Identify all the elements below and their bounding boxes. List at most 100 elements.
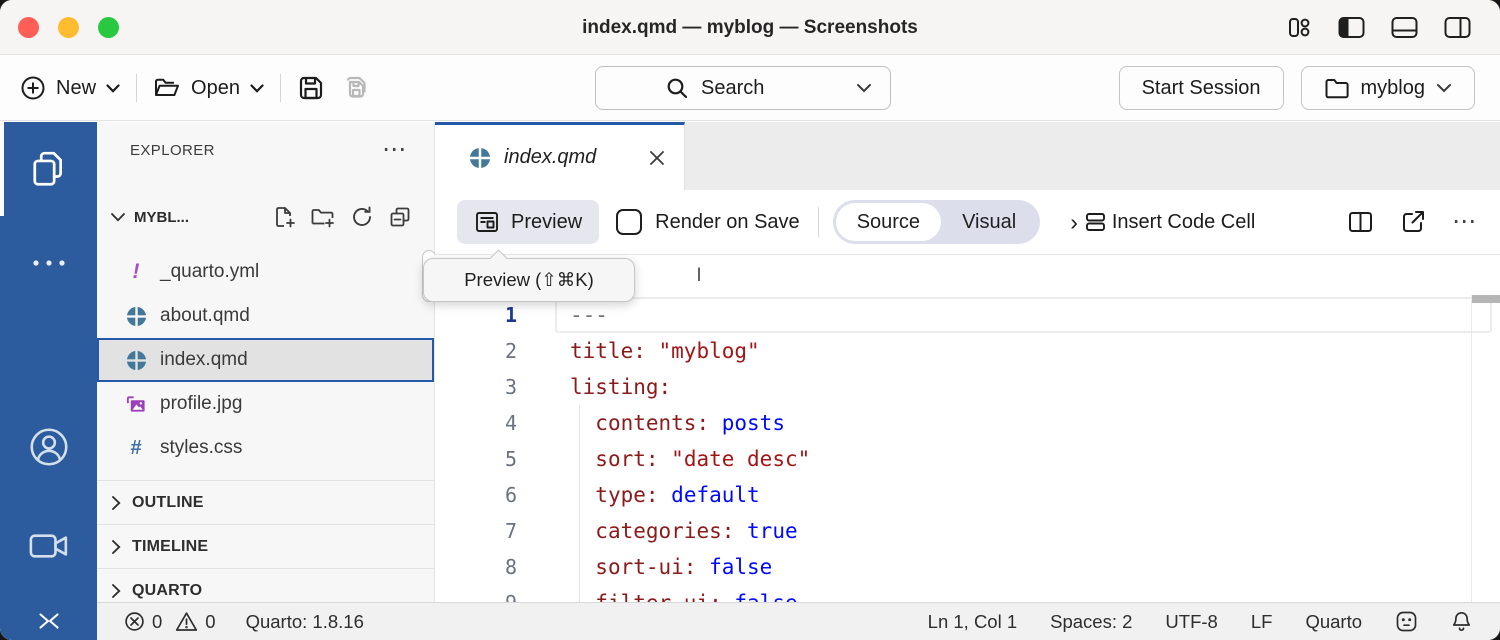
- start-session-button[interactable]: Start Session: [1119, 66, 1284, 110]
- code-line[interactable]: 4 contents: posts: [435, 405, 1500, 441]
- line-number: 7: [435, 519, 555, 543]
- code-editor[interactable]: 1---2title: "myblog"3listing:4 contents:…: [435, 295, 1500, 602]
- chevron-down-icon: [110, 212, 126, 223]
- workspace-button[interactable]: myblog: [1301, 66, 1475, 110]
- code-line[interactable]: 3listing:: [435, 369, 1500, 405]
- chevron-down-icon[interactable]: [856, 83, 872, 93]
- editor-scrollbar-track: [1471, 295, 1472, 602]
- toggle-secondary-sidebar-icon[interactable]: [1443, 14, 1472, 41]
- file-name: styles.css: [160, 437, 242, 459]
- explorer-view-icon[interactable]: [0, 148, 97, 192]
- remote-indicator[interactable]: [0, 602, 97, 640]
- render-on-save-checkbox[interactable]: [616, 209, 642, 235]
- new-file-icon[interactable]: [272, 205, 296, 229]
- feedback-smiley-icon[interactable]: [1395, 610, 1418, 633]
- code-line[interactable]: 6 type: default: [435, 477, 1500, 513]
- toolbar-divider: [818, 207, 819, 237]
- workspace-label: myblog: [1361, 77, 1425, 100]
- toggle-sidebar-icon[interactable]: [1337, 14, 1366, 41]
- code-line[interactable]: 5 sort: "date desc": [435, 441, 1500, 477]
- file-row-profile-jpg[interactable]: profile.jpg: [97, 382, 434, 426]
- chevron-right-icon: [111, 539, 122, 555]
- line-number: 8: [435, 555, 555, 579]
- cursor-position-status[interactable]: Ln 1, Col 1: [928, 611, 1017, 633]
- section-label: TIMELINE: [132, 538, 208, 556]
- chevron-down-icon: [106, 84, 120, 93]
- error-count: 0: [152, 611, 162, 633]
- account-icon[interactable]: [0, 424, 97, 470]
- notifications-bell-icon[interactable]: [1451, 610, 1472, 633]
- line-content: ---: [555, 297, 1492, 333]
- editor-toolbar: Preview Render on Save Source Visual ›: [435, 190, 1500, 255]
- section-timeline[interactable]: TIMELINE: [97, 524, 434, 568]
- tab-index-qmd[interactable]: index.qmd: [435, 122, 685, 190]
- line-content: filter-ui: false: [555, 585, 1492, 602]
- save-all-icon[interactable]: [341, 74, 371, 102]
- line-content: sort-ui: false: [555, 549, 1492, 585]
- code-line[interactable]: 7 categories: true: [435, 513, 1500, 549]
- section-quarto[interactable]: QUARTO: [97, 568, 434, 602]
- section-outline[interactable]: OUTLINE: [97, 480, 434, 524]
- file-row-quarto-yml[interactable]: ! _quarto.yml: [97, 250, 434, 294]
- close-icon[interactable]: [648, 149, 666, 167]
- explorer-sidebar: EXPLORER ⋯ MYBL...: [97, 122, 435, 602]
- customize-layout-icon[interactable]: [1286, 14, 1313, 41]
- folder-icon: [1324, 77, 1350, 99]
- quarto-globe-icon: [125, 350, 147, 371]
- indentation-status[interactable]: Spaces: 2: [1050, 611, 1132, 633]
- source-visual-toggle: Source Visual: [833, 200, 1041, 244]
- open-button[interactable]: Open: [153, 76, 264, 100]
- toolbar-divider: [136, 74, 137, 102]
- new-plus-icon: [20, 75, 46, 101]
- editor-area: index.qmd Preview Render on Save: [435, 122, 1500, 602]
- workspace-root-label: MYBL...: [134, 209, 189, 226]
- file-row-index-qmd[interactable]: index.qmd: [97, 338, 434, 382]
- line-number: 9: [435, 591, 555, 602]
- file-tree: ! _quarto.yml about.qmd index.qmd: [97, 250, 434, 470]
- line-number: 6: [435, 483, 555, 507]
- quarto-globe-icon: [469, 147, 491, 169]
- editor-scrollbar-thumb[interactable]: [1472, 295, 1500, 303]
- save-icon[interactable]: [297, 74, 325, 102]
- preview-button[interactable]: Preview: [457, 200, 599, 244]
- new-folder-icon[interactable]: [310, 205, 336, 229]
- render-on-save-label: Render on Save: [655, 211, 800, 234]
- app-window: index.qmd — myblog — Screenshots: [0, 0, 1500, 640]
- camera-icon[interactable]: [0, 530, 97, 562]
- language-mode-status[interactable]: Quarto: [1305, 611, 1362, 633]
- code-line[interactable]: 2title: "myblog": [435, 333, 1500, 369]
- code-cell-icon: [1085, 211, 1106, 233]
- preview-tooltip: Preview (⇧⌘K): [423, 258, 635, 302]
- eol-status[interactable]: LF: [1251, 611, 1273, 633]
- file-name: about.qmd: [160, 305, 250, 327]
- code-line[interactable]: 8 sort-ui: false: [435, 549, 1500, 585]
- more-views-icon[interactable]: [0, 257, 97, 269]
- split-editor-icon[interactable]: [1347, 210, 1374, 234]
- error-icon: [124, 611, 145, 632]
- new-button[interactable]: New: [20, 75, 120, 101]
- source-mode-button[interactable]: Source: [836, 203, 941, 241]
- collapse-all-icon[interactable]: [388, 205, 412, 229]
- quarto-version-status[interactable]: Quarto: 1.8.16: [246, 611, 364, 633]
- workspace-root-row[interactable]: MYBL...: [97, 198, 434, 236]
- editor-more-icon[interactable]: ⋯: [1452, 217, 1478, 227]
- search-input[interactable]: Search: [595, 66, 891, 110]
- toggle-panel-icon[interactable]: [1390, 14, 1419, 41]
- open-external-icon[interactable]: [1400, 209, 1426, 235]
- css-hash-icon: #: [125, 437, 147, 460]
- file-row-about-qmd[interactable]: about.qmd: [97, 294, 434, 338]
- insert-code-cell-button[interactable]: › Insert Code Cell: [1070, 211, 1255, 234]
- file-row-styles-css[interactable]: # styles.css: [97, 426, 434, 470]
- line-content: categories: true: [555, 513, 1492, 549]
- code-line[interactable]: 9 filter-ui: false: [435, 585, 1500, 602]
- chevron-down-icon: [250, 84, 264, 93]
- search-icon: [666, 77, 689, 100]
- refresh-icon[interactable]: [350, 205, 374, 229]
- file-name: index.qmd: [160, 349, 248, 371]
- explorer-more-icon[interactable]: ⋯: [382, 145, 408, 155]
- problems-status[interactable]: 0 0: [124, 611, 216, 633]
- quarto-globe-icon: [125, 306, 147, 327]
- code-line[interactable]: 1---: [435, 297, 1500, 333]
- encoding-status[interactable]: UTF-8: [1165, 611, 1217, 633]
- visual-mode-button[interactable]: Visual: [941, 203, 1037, 241]
